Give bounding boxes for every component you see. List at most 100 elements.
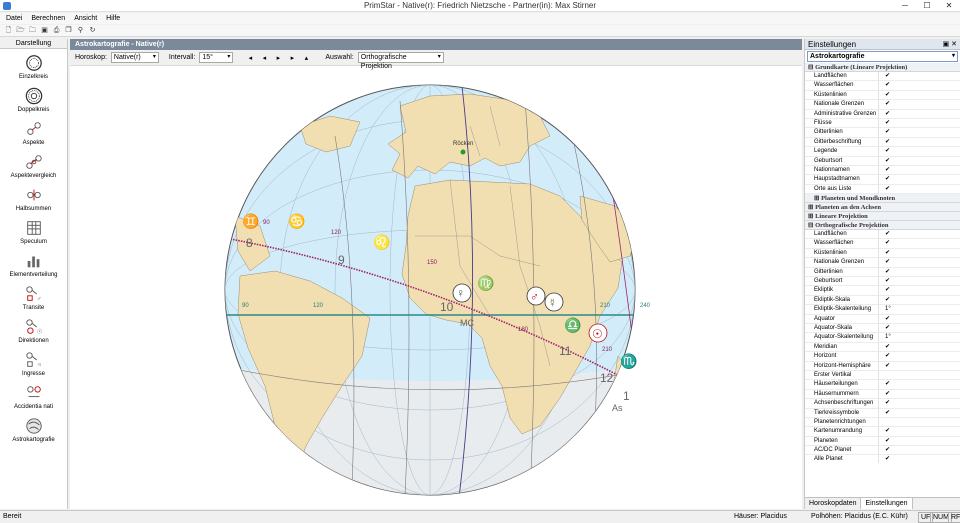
settings-row[interactable]: Kartenumrandung ✔	[805, 427, 960, 437]
menu-berechnen[interactable]: Berechnen	[31, 13, 65, 24]
settings-row-value[interactable]: ✔	[879, 81, 890, 89]
settings-row[interactable]: Ekliptik-Skala ✔	[805, 295, 960, 306]
settings-row-value[interactable]: ✔	[879, 258, 890, 266]
settings-row[interactable]: Landflächen ✔	[805, 230, 960, 240]
nav-direktionen[interactable]: ☉ Direktionen	[0, 313, 67, 346]
settings-row-value[interactable]: ✔	[879, 185, 890, 193]
nav-speculum[interactable]: Speculum	[0, 214, 67, 247]
settings-section-header[interactable]: ⊞ Planeten an den Achsen	[805, 203, 960, 213]
planet-mars[interactable]: ♂	[526, 286, 546, 306]
settings-row[interactable]: Gitterbeschriftung ✔	[805, 137, 960, 148]
pin-close-icon[interactable]: ▣ ✕	[943, 39, 957, 50]
new-file-icon[interactable]: 🗋	[4, 26, 13, 35]
settings-row-value[interactable]: ✔	[879, 390, 890, 398]
settings-row-value[interactable]	[879, 418, 885, 426]
settings-row[interactable]: Orte aus Liste ✔	[805, 184, 960, 195]
settings-row-value[interactable]: ✔	[879, 110, 890, 118]
settings-row[interactable]: Wasserflächen ✔	[805, 239, 960, 249]
tab-einstellungen[interactable]: Einstellungen	[861, 498, 913, 509]
tab-horoskopdaten[interactable]: Horoskopdaten	[805, 498, 862, 509]
settings-row[interactable]: Legende ✔	[805, 147, 960, 157]
minimize-button[interactable]: ─	[894, 0, 916, 12]
settings-row[interactable]: Gitterlinien ✔	[805, 128, 960, 138]
settings-row[interactable]: Ekliptik-Skalenteilung 1°	[805, 305, 960, 315]
settings-row[interactable]: Nationnamen ✔	[805, 165, 960, 176]
settings-row[interactable]: Erster Vertikal	[805, 370, 960, 381]
settings-row[interactable]: Horizont-Hemisphäre ✔	[805, 361, 960, 371]
settings-row[interactable]: Küstenlinien ✔	[805, 90, 960, 101]
settings-row[interactable]: Landflächen ✔	[805, 72, 960, 82]
intervall-select[interactable]: 15°	[199, 52, 234, 63]
settings-row[interactable]: Gitterlinien ✔	[805, 267, 960, 278]
settings-row-value[interactable]: ✔	[879, 455, 890, 463]
settings-row-value[interactable]: ✔	[879, 409, 890, 417]
settings-row[interactable]: Horizont ✔	[805, 352, 960, 362]
settings-row[interactable]: Äquator-Skala ✔	[805, 323, 960, 334]
settings-row[interactable]: Geburtsort ✔	[805, 156, 960, 166]
open-folder-icon[interactable]: 🗁	[16, 26, 25, 35]
settings-row[interactable]: Äquator ✔	[805, 314, 960, 324]
menu-hilfe[interactable]: Hilfe	[106, 13, 120, 24]
menu-ansicht[interactable]: Ansicht	[74, 13, 97, 24]
settings-category-select[interactable]: Astrokartografie	[807, 51, 958, 62]
nav-prev-button[interactable]: ◂	[259, 54, 269, 62]
nav-halbsummen[interactable]: Halbsummen	[0, 181, 67, 214]
nav-einzelkreis[interactable]: Einzelkreis	[0, 49, 67, 82]
settings-row[interactable]: Ekliptik ✔	[805, 286, 960, 296]
settings-section-header[interactable]: ⊟ Grundkarte (Lineare Projektion)	[805, 63, 960, 72]
settings-section-header[interactable]: ⊞ Lineare Projektion	[805, 212, 960, 222]
settings-row-value[interactable]: ✔	[879, 249, 890, 257]
settings-row-value[interactable]: ✔	[879, 380, 890, 388]
settings-section-header[interactable]: ⊞ Planeten und Mondknoten	[805, 194, 960, 204]
settings-row-value[interactable]: ✔	[879, 437, 890, 445]
settings-row-value[interactable]: ✔	[879, 446, 890, 454]
settings-row[interactable]: AC/DC Planet ✔	[805, 446, 960, 456]
settings-row[interactable]: Haupstadtnamen ✔	[805, 175, 960, 185]
nav-aspekte[interactable]: Aspekte	[0, 115, 67, 148]
settings-row[interactable]: Planeten ✔	[805, 436, 960, 447]
settings-row-value[interactable]: ✔	[879, 399, 890, 407]
settings-row[interactable]: Geburtsort ✔	[805, 277, 960, 287]
settings-row-value[interactable]: ✔	[879, 352, 890, 360]
settings-row-value[interactable]: ✔	[879, 343, 890, 351]
settings-row-value[interactable]: 1°	[879, 333, 891, 341]
nav-first-button[interactable]: ◂	[245, 54, 255, 62]
open-recent-icon[interactable]: 🗀	[28, 26, 37, 35]
settings-row-value[interactable]: ✔	[879, 100, 890, 108]
settings-row-value[interactable]: ✔	[879, 91, 890, 99]
settings-row-value[interactable]: ✔	[879, 230, 890, 238]
planet-venus[interactable]: ♀	[452, 283, 472, 303]
settings-section-header[interactable]: ⊟ Orthografische Projektion	[805, 221, 960, 231]
nav-aspektevergleich[interactable]: Aspektevergleich	[0, 148, 67, 181]
settings-row[interactable]: Alle Planet ✔	[805, 455, 960, 463]
settings-row-value[interactable]: ✔	[879, 427, 890, 435]
settings-row-value[interactable]: ✔	[879, 315, 890, 323]
nav-last-button[interactable]: ▸	[287, 54, 297, 62]
settings-row[interactable]: Nationale Grenzen ✔	[805, 258, 960, 268]
nav-elementverteilung[interactable]: Elementverteilung	[0, 247, 67, 280]
settings-row[interactable]: Flüsse ✔	[805, 118, 960, 129]
settings-row[interactable]: Nationale Grenzen ✔	[805, 100, 960, 110]
settings-row-value[interactable]: ✔	[879, 296, 890, 304]
horoskop-select[interactable]: Native(r)	[110, 52, 159, 63]
settings-row-value[interactable]: ✔	[879, 277, 890, 285]
nav-transite[interactable]: ♂ Transite	[0, 280, 67, 313]
nav-astrokartografie[interactable]: Astrokartografie	[0, 412, 67, 445]
settings-row[interactable]: Häuserteilungen ✔	[805, 380, 960, 390]
pin-icon[interactable]: ⚲	[76, 26, 85, 35]
nav-accidentia-nati[interactable]: Accidentia nati	[0, 379, 67, 412]
maximize-button[interactable]: ☐	[916, 0, 938, 12]
settings-row[interactable]: Planetenrichtungen	[805, 417, 960, 428]
settings-row[interactable]: Administrative Grenzen ✔	[805, 109, 960, 119]
settings-row[interactable]: Achsenbeschriftungen ✔	[805, 399, 960, 409]
settings-row-value[interactable]	[879, 371, 885, 379]
settings-row-value[interactable]: ✔	[879, 157, 890, 165]
close-button[interactable]: ✕	[938, 0, 960, 12]
globe-svg[interactable]: 90 120 150 180 210 90 120 210 240 8 9 10…	[70, 66, 802, 509]
nav-next-button[interactable]: ▸	[273, 54, 283, 62]
settings-row-value[interactable]: 1°	[879, 305, 891, 313]
settings-row-value[interactable]: ✔	[879, 166, 890, 174]
settings-row[interactable]: Tierkreissymbole ✔	[805, 408, 960, 418]
settings-row-value[interactable]: ✔	[879, 119, 890, 127]
settings-row-value[interactable]: ✔	[879, 147, 890, 155]
